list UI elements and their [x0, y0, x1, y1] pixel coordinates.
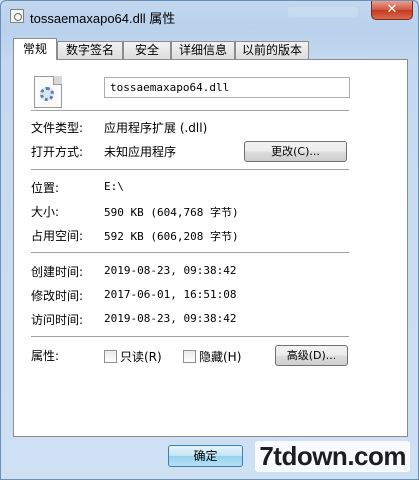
tab-details[interactable]: 详细信息	[171, 41, 235, 60]
dll-gear-icon	[34, 76, 62, 108]
accessed-label: 访问时间:	[31, 313, 84, 327]
divider	[31, 336, 349, 337]
created-label: 创建时间:	[31, 265, 84, 279]
advanced-button[interactable]: 高级(D)...	[275, 345, 348, 366]
location-value: E:\	[104, 180, 124, 193]
tab-general[interactable]: 常规	[13, 38, 57, 60]
general-panel: tossaemaxapo64.dll 文件类型: 应用程序扩展 (.dll) 打…	[13, 59, 408, 437]
window-title: tossaemaxapo64.dll 属性	[30, 11, 176, 26]
divider	[31, 110, 349, 111]
hidden-checkbox[interactable]	[183, 350, 196, 363]
close-button[interactable]: ✕	[371, 1, 413, 20]
readonly-checkbox[interactable]	[104, 350, 117, 363]
site-watermark: 7tdown.com	[255, 441, 410, 472]
filename-field[interactable]: tossaemaxapo64.dll	[104, 77, 350, 98]
hidden-label[interactable]: 隐藏(H)	[199, 348, 241, 365]
tab-previous-versions[interactable]: 以前的版本	[235, 41, 309, 60]
size-on-disk-label: 占用空间:	[31, 229, 84, 243]
change-button[interactable]: 更改(C)...	[244, 141, 347, 162]
attributes-label: 属性:	[31, 349, 60, 363]
created-value: 2019-08-23, 09:38:42	[104, 264, 237, 277]
location-label: 位置:	[31, 181, 60, 195]
size-on-disk-value: 592 KB (606,208 字节)	[104, 230, 239, 243]
file-type-value: 应用程序扩展 (.dll)	[104, 121, 208, 135]
size-value: 590 KB (604,768 字节)	[104, 206, 239, 219]
modified-label: 修改时间:	[31, 289, 84, 303]
open-with-value: 未知应用程序	[104, 145, 177, 159]
minimize-maximize-area	[288, 7, 358, 17]
divider	[31, 252, 349, 253]
tab-security[interactable]: 安全	[123, 41, 171, 60]
dll-file-icon	[10, 9, 24, 23]
properties-window: tossaemaxapo64.dll 属性 ✕ 常规 数字签名 安全 详细信息 …	[0, 0, 419, 480]
file-type-label: 文件类型:	[31, 121, 84, 135]
ok-button[interactable]: 确定	[168, 445, 243, 467]
readonly-label[interactable]: 只读(R)	[120, 348, 162, 365]
title-bar[interactable]: tossaemaxapo64.dll 属性 ✕	[1, 1, 418, 31]
size-label: 大小:	[31, 205, 60, 219]
tab-digital-signatures[interactable]: 数字签名	[57, 41, 123, 60]
divider	[31, 169, 349, 170]
open-with-label: 打开方式:	[31, 145, 84, 159]
modified-value: 2017-06-01, 16:51:08	[104, 288, 237, 301]
accessed-value: 2019-08-23, 09:38:42	[104, 312, 237, 325]
tab-bar: 常规 数字签名 安全 详细信息 以前的版本	[13, 38, 408, 60]
